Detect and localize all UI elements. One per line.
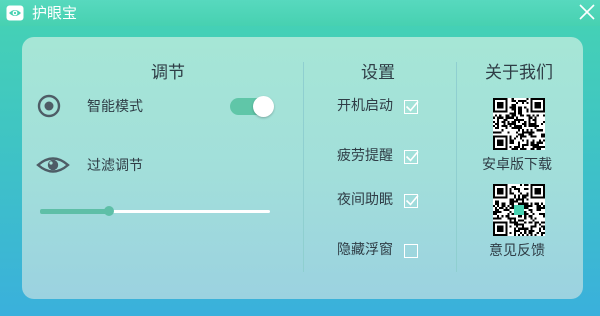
setting-label-hide-float: 隐藏浮窗 — [337, 242, 393, 258]
eye-logo-icon — [6, 5, 24, 21]
android-download-qr — [493, 98, 545, 150]
setting-label-night: 夜间助眠 — [337, 192, 393, 208]
divider — [303, 62, 304, 272]
adjust-heading: 调节 — [151, 63, 185, 83]
fatigue-reminder-checkbox[interactable] — [404, 150, 419, 164]
slider-fill — [40, 209, 109, 214]
eye-icon — [36, 157, 70, 173]
smart-mode-label: 智能模式 — [87, 99, 143, 115]
about-heading: 关于我们 — [485, 63, 553, 83]
title-bar[interactable]: 护眼宝 — [0, 0, 600, 26]
check-icon — [405, 150, 419, 162]
feedback-qr — [493, 184, 545, 236]
filter-label: 过滤调节 — [87, 158, 143, 174]
check-icon — [405, 194, 419, 206]
radio-target-icon[interactable] — [37, 94, 61, 118]
close-icon[interactable] — [578, 3, 596, 21]
toggle-knob — [253, 96, 274, 117]
filter-slider[interactable] — [40, 204, 270, 218]
android-download-label[interactable]: 安卓版下载 — [482, 155, 552, 175]
window-title: 护眼宝 — [32, 4, 78, 22]
setting-label-fatigue: 疲劳提醒 — [337, 148, 393, 164]
night-sleep-checkbox[interactable] — [404, 194, 419, 208]
settings-heading: 设置 — [361, 63, 395, 83]
slider-thumb[interactable] — [104, 206, 114, 216]
divider — [456, 62, 457, 272]
smart-mode-toggle[interactable] — [230, 96, 274, 117]
check-icon — [405, 100, 419, 112]
app-window: 护眼宝 调节 智能模式 过滤调节 设置 开机启动 疲劳提醒 夜间助眠 隐藏浮窗 … — [0, 0, 600, 316]
setting-label-autostart: 开机启动 — [337, 98, 393, 114]
autostart-checkbox[interactable] — [404, 100, 419, 114]
hide-float-window-checkbox[interactable] — [404, 244, 418, 258]
feedback-label[interactable]: 意见反馈 — [489, 241, 545, 261]
